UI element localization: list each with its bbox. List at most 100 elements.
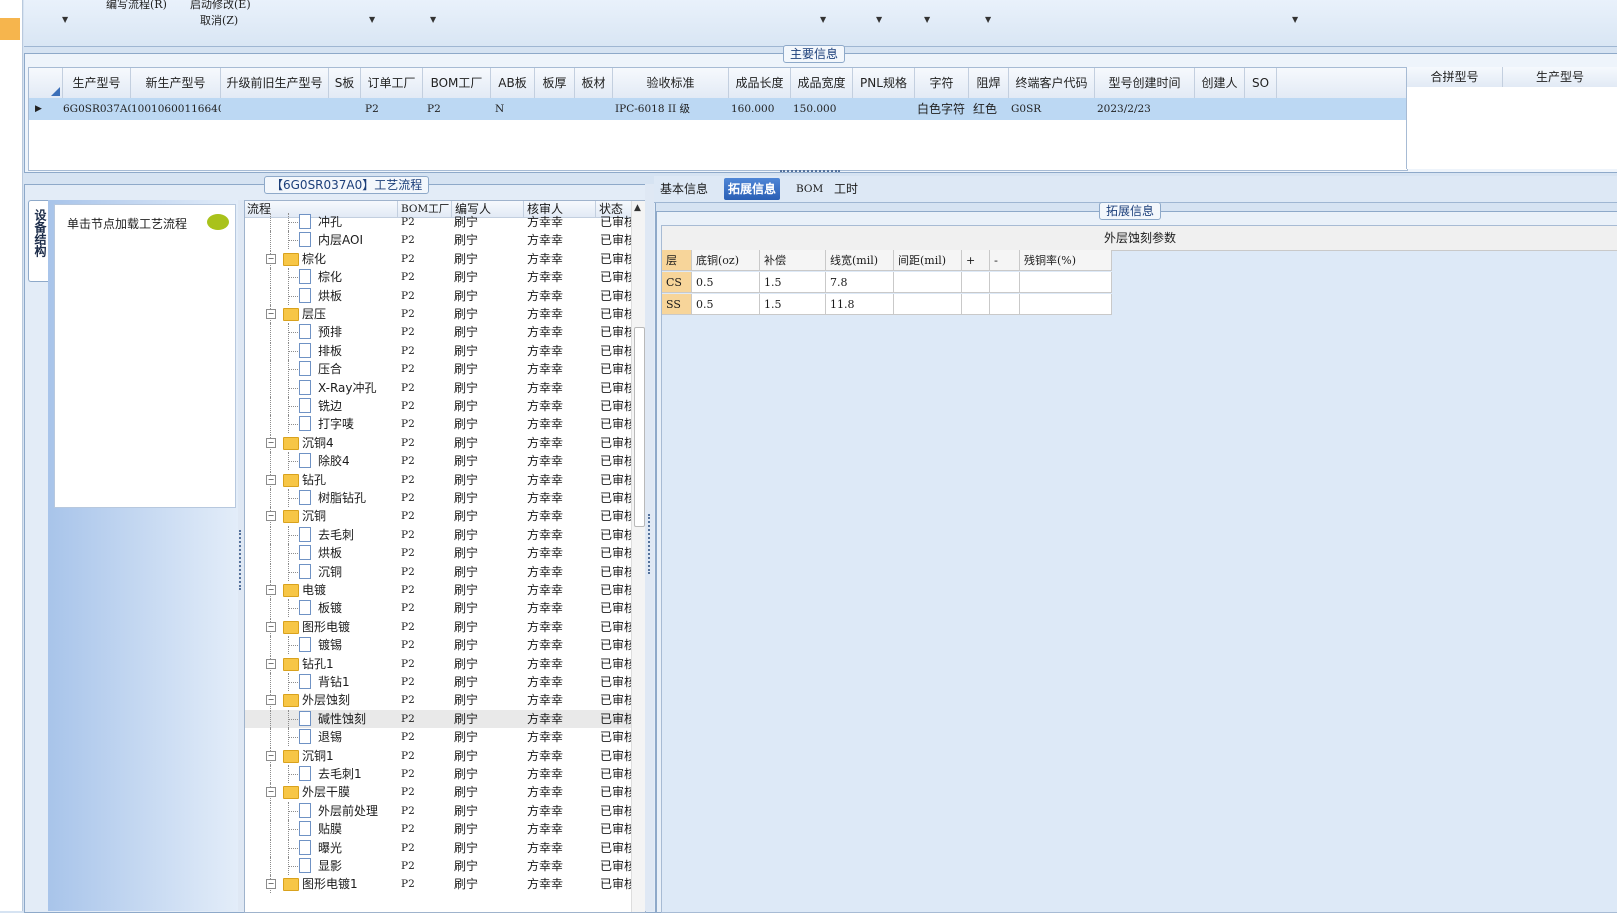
tree-node-label[interactable]: 外层干膜 [302,783,350,801]
col-header[interactable]: AB板 [491,68,535,98]
tab-hours[interactable]: 工时 [830,178,862,200]
cell-char[interactable]: 白色字符 [917,98,971,120]
collapse-icon[interactable]: − [266,658,276,669]
dropdown-arrow-icon[interactable]: ▼ [820,15,826,24]
collapse-icon[interactable]: − [266,787,276,798]
tree-node-label[interactable]: 沉铜1 [302,747,334,765]
ext-col-header[interactable]: - [990,250,1020,271]
col-header[interactable]: S板 [329,68,361,98]
col-header[interactable]: 板厚 [535,68,575,98]
tree-node-label[interactable]: X-Ray冲孔 [318,379,376,397]
tree-row[interactable]: − 外层蚀刻 P2 刷宁 方幸幸 已审核 [245,691,640,710]
tab-bom[interactable]: BOM [792,178,827,200]
tree-node-label[interactable]: 沉铜 [318,563,342,581]
tree-node-label[interactable]: 退锡 [318,728,342,746]
collapse-icon[interactable]: − [266,695,276,706]
tree-node-label[interactable]: 钻孔1 [302,655,334,673]
collapse-icon[interactable]: − [266,511,276,522]
tree-row[interactable]: − 沉铜 P2 刷宁 方幸幸 已审核 [245,507,640,526]
tree-node-label[interactable]: 压合 [318,360,342,378]
tree-row[interactable]: − 层压 P2 刷宁 方幸幸 已审核 [245,305,640,323]
vertical-splitter[interactable] [645,184,654,911]
ext-param-grid[interactable]: 层底铜(oz) 补偿 线宽(mil) 间距(mil) + - 残铜率(%) CS 0.5 1.5 7… [662,250,1122,316]
tree-row[interactable]: − 沉铜4 P2 刷宁 方幸幸 已审核 [245,433,640,452]
col-header[interactable]: 生产型号 [1503,67,1617,87]
ext-cell[interactable]: 11.8 [826,294,894,315]
tree-node-label[interactable]: 外层蚀刻 [302,691,350,709]
tree-node-label[interactable]: 碱性蚀刻 [318,710,366,728]
tree-row[interactable]: − 图形电镀 P2 刷宁 方幸幸 已审核 [245,617,640,636]
tree-row[interactable]: 外层前处理 P2 刷宁 方幸幸 已审核 [245,801,640,820]
tree-node-label[interactable]: 排板 [318,342,342,360]
col-header[interactable]: 验收标准 [613,68,729,98]
tree-row[interactable]: − 钻孔 P2 刷宁 方幸幸 已审核 [245,470,640,489]
dropdown-arrow-icon[interactable]: ▼ [1292,15,1298,24]
ext-col-header[interactable]: 线宽(mil) [826,250,894,271]
ext-col-header[interactable]: + [962,250,990,271]
cell-length[interactable]: 160.000 [731,98,791,120]
dropdown-arrow-icon[interactable]: ▼ [985,15,991,24]
ext-col-header[interactable]: 间距(mil) [894,250,962,271]
tree-row[interactable]: 排板 P2 刷宁 方幸幸 已审核 [245,341,640,360]
ext-cell[interactable] [990,294,1020,315]
col-header[interactable]: PNL规格 [853,68,915,98]
tree-node-label[interactable]: 烘板 [318,287,342,305]
ext-cell[interactable] [990,272,1020,293]
collapse-icon[interactable]: − [266,309,276,319]
tree-node-label[interactable]: 图形电镀 [302,618,350,636]
tree-node-label[interactable]: 图形电镀1 [302,875,358,893]
tree-row[interactable]: 树脂钻孔 P2 刷宁 方幸幸 已审核 [245,489,640,507]
dropdown-arrow-icon[interactable]: ▼ [924,15,930,24]
tree-row[interactable]: 碱性蚀刻 P2 刷宁 方幸幸 已审核 [245,709,640,728]
tree-row[interactable]: 除胶4 P2 刷宁 方幸幸 已审核 [245,452,640,471]
tree-node-label[interactable]: 层压 [302,305,326,323]
tree-node-label[interactable]: 显影 [318,857,342,875]
col-header[interactable]: 型号创建时间 [1095,68,1195,98]
tree-node-label[interactable]: 去毛刺 [318,526,354,544]
tree-row[interactable]: − 外层干膜 P2 刷宁 方幸幸 已审核 [245,783,640,802]
ext-col-header[interactable]: 残铜率(%) [1020,250,1112,271]
tree-row[interactable]: 棕化 P2 刷宁 方幸幸 已审核 [245,268,640,287]
dropdown-arrow-icon[interactable]: ▼ [876,15,882,24]
col-header[interactable]: 订单工厂 [361,68,423,98]
tree-row[interactable]: − 沉铜1 P2 刷宁 方幸幸 已审核 [245,746,640,765]
tree-node-label[interactable]: 曝光 [318,839,342,857]
tree-row[interactable]: 压合 P2 刷宁 方幸幸 已审核 [245,360,640,379]
tab-basic-info[interactable]: 基本信息 [656,178,712,200]
col-header[interactable]: BOM工厂 [423,68,491,98]
process-tree[interactable]: 流程 BOM工厂 编写人 核审人 状态 冲孔P2刷宁方幸幸已审核内层AOIP2刷… [244,200,646,913]
tree-row[interactable]: 显影 P2 刷宁 方幸幸 已审核 [245,857,640,875]
cell-bom-factory[interactable]: P2 [427,98,467,120]
collapse-icon[interactable]: − [266,253,276,264]
tree-scrollbar[interactable]: ▲ [631,201,645,912]
merge-grid[interactable]: 合拼型号 生产型号 [1406,67,1617,169]
tab-ext-info[interactable]: 拓展信息 [724,178,781,200]
tree-row[interactable]: 内层AOI P2 刷宁 方幸幸 已审核 [245,231,640,250]
ext-cell[interactable] [894,294,962,315]
tree-node-label[interactable]: 棕化 [318,268,342,286]
ext-cell[interactable]: 0.5 [692,294,760,315]
scroll-thumb[interactable] [634,327,645,527]
tree-node-label[interactable]: 预排 [318,323,342,341]
scroll-up-icon[interactable]: ▲ [634,203,641,213]
col-header[interactable]: 合拼型号 [1407,67,1503,87]
ext-cell[interactable]: 1.5 [760,294,826,315]
tree-row[interactable]: 烘板 P2 刷宁 方幸幸 已审核 [245,544,640,563]
col-header[interactable]: 阻焊 [969,68,1009,98]
tree-row[interactable]: X-Ray冲孔 P2 刷宁 方幸幸 已审核 [245,378,640,397]
dropdown-arrow-icon[interactable]: ▼ [369,15,375,24]
ext-col-header[interactable]: 补偿 [760,250,826,271]
dropdown-arrow-icon[interactable]: ▼ [62,15,68,24]
ext-cell[interactable]: 7.8 [826,272,894,293]
ext-cell[interactable]: 0.5 [692,272,760,293]
tree-row[interactable]: − 棕化 P2 刷宁 方幸幸 已审核 [245,249,640,268]
col-header[interactable]: SO [1245,68,1277,98]
col-header[interactable]: 升级前旧生产型号 [221,68,329,98]
tree-node-label[interactable]: 打字唛 [318,415,354,433]
tree-row[interactable]: 烘板 P2 刷宁 方幸幸 已审核 [245,286,640,305]
tree-node-label[interactable]: 去毛刺1 [318,765,362,783]
tree-node-label[interactable]: 棕化 [302,250,326,268]
tree-node-label[interactable]: 钻孔 [302,471,326,489]
side-tab-equipment[interactable]: 设备结构 [28,200,49,282]
ext-cell[interactable] [1020,272,1112,293]
